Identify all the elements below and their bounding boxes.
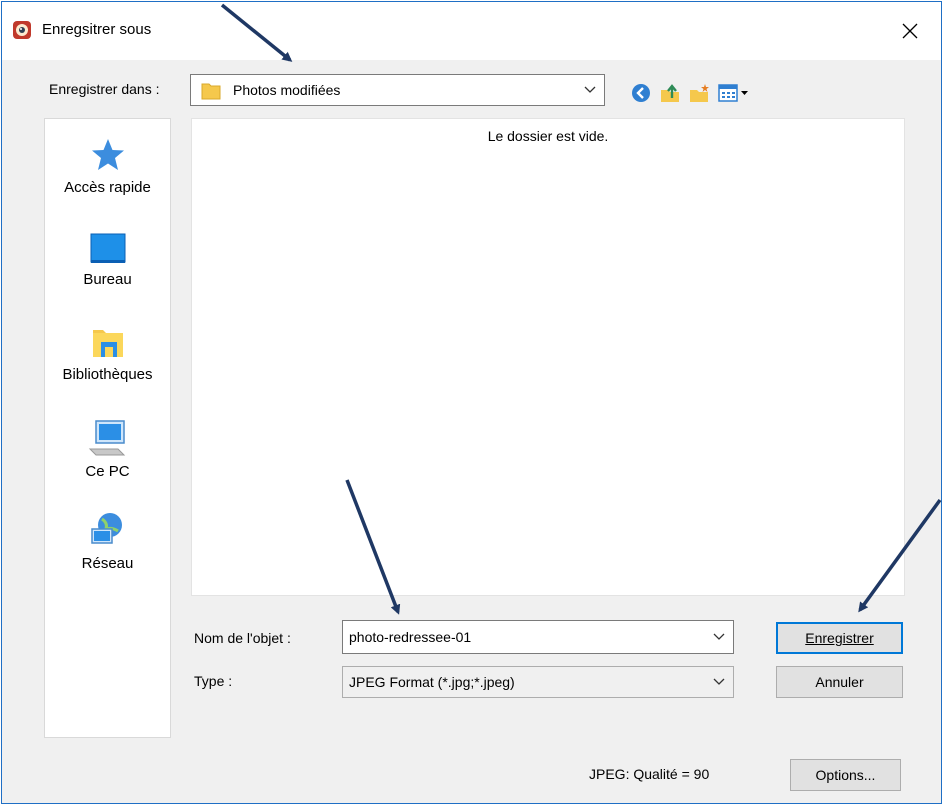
filename-input[interactable]: photo-redressee-01 [349,629,471,645]
save-in-folder: Photos modifiées [233,82,341,98]
filetype-value: JPEG Format (*.jpg;*.jpeg) [349,674,515,690]
sidebar-item-libraries[interactable]: Bibliothèques [45,324,170,383]
type-label: Type : [194,673,233,689]
sidebar-item-this-pc[interactable]: Ce PC [45,419,170,480]
options-button-label: Options... [815,767,876,783]
save-button-label: Enregistrer [805,630,874,646]
network-icon [90,513,122,544]
save-button[interactable]: Enregistrer [776,622,903,654]
places-sidebar: Accès rapide Bureau Bibliothèques Ce PC … [44,118,171,738]
libraries-icon [92,330,123,357]
back-icon[interactable] [630,82,652,104]
chevron-down-icon[interactable] [713,633,725,641]
sidebar-item-label: Ce PC [85,463,130,480]
cancel-button-label: Annuler [815,674,864,690]
save-as-dialog: Enregsitrer sous Enregistrer dans : Phot… [1,1,942,804]
sidebar-item-network[interactable]: Réseau [45,511,170,572]
empty-folder-message: Le dossier est vide. [487,128,609,144]
computer-icon [88,420,125,456]
options-button[interactable]: Options... [790,759,901,791]
filename-combobox[interactable]: photo-redressee-01 [342,620,734,654]
app-icon [12,20,32,40]
folder-icon [201,81,221,104]
save-in-dropdown[interactable]: Photos modifiées [190,74,605,106]
up-folder-icon[interactable] [659,82,681,104]
sidebar-item-label: Bureau [83,271,132,288]
file-list[interactable]: Le dossier est vide. [191,118,905,596]
filetype-dropdown[interactable]: JPEG Format (*.jpg;*.jpeg) [342,666,734,698]
window-title: Enregsitrer sous [42,21,152,38]
sidebar-item-label: Bibliothèques [62,366,153,383]
sidebar-item-quick-access[interactable]: Accès rapide [45,137,170,196]
chevron-down-icon [584,86,596,93]
filename-label: Nom de l'objet : [194,630,291,646]
jpeg-quality-text: JPEG: Qualité = 90 [589,766,710,782]
new-folder-icon[interactable] [688,82,710,104]
cancel-button[interactable]: Annuler [776,666,903,698]
view-menu-icon[interactable] [717,82,753,104]
sidebar-item-label: Accès rapide [64,179,151,196]
title-bar: Enregsitrer sous [2,2,941,60]
desktop-icon [90,233,125,263]
sidebar-item-desktop[interactable]: Bureau [45,233,170,288]
close-button[interactable] [890,14,930,48]
close-icon [902,23,918,39]
sidebar-item-label: Réseau [81,555,134,572]
save-in-label: Enregistrer dans : [49,81,160,97]
chevron-down-icon [713,678,725,685]
star-icon [91,139,124,170]
